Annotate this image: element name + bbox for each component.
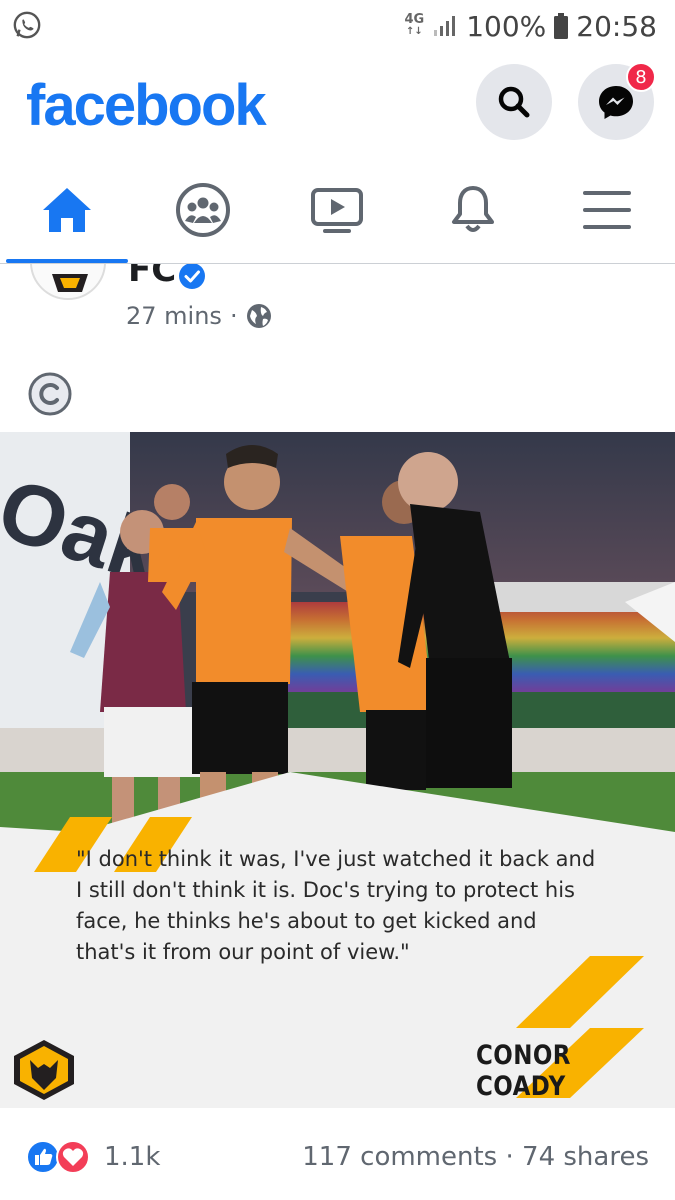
tab-notifications[interactable] — [438, 180, 508, 240]
wolves-crest-icon — [32, 264, 104, 298]
globe-icon — [246, 304, 271, 328]
network-indicator: 4G ↑↓ — [404, 12, 425, 37]
reaction-icons[interactable] — [26, 1140, 94, 1174]
post-image[interactable]: Oak "I don't think it was, I've just wat… — [0, 432, 675, 1108]
battery-icon — [554, 13, 569, 39]
match-photo: Oak — [0, 432, 675, 1108]
groups-icon — [176, 183, 230, 237]
battery-percent: 100% — [466, 9, 547, 43]
comments-shares-count[interactable]: 117 comments · 74 shares — [302, 1142, 649, 1172]
quote-text: "I don't think it was, I've just watched… — [76, 847, 596, 964]
active-tab-indicator — [6, 259, 128, 263]
tab-menu[interactable] — [572, 180, 642, 240]
main-nav — [0, 160, 675, 264]
reaction-count[interactable]: 1.1k — [104, 1142, 160, 1172]
tab-watch[interactable] — [302, 180, 372, 240]
search-icon — [498, 86, 530, 118]
tab-groups[interactable] — [168, 180, 238, 240]
app-header: facebook 8 — [0, 52, 675, 160]
post-time[interactable]: 27 mins — [126, 302, 222, 330]
hamburger-icon — [583, 191, 631, 229]
page-name[interactable]: FC — [128, 264, 176, 290]
home-icon — [43, 188, 91, 232]
status-bar: 4G ↑↓ 100% 20:58 — [0, 0, 675, 52]
player-name: CONOR COADY — [476, 1040, 571, 1102]
copyright-icon — [28, 372, 72, 416]
messenger-badge: 8 — [626, 62, 656, 92]
page-avatar[interactable] — [30, 264, 106, 300]
like-icon — [26, 1140, 60, 1174]
meta-separator: · — [229, 302, 238, 330]
whatsapp-notification-icon — [13, 11, 41, 39]
love-icon — [56, 1140, 90, 1174]
clock: 20:58 — [576, 9, 657, 43]
reactions-bar: 1.1k 117 comments · 74 shares — [0, 1108, 675, 1200]
facebook-logo: facebook — [26, 73, 267, 138]
video-icon — [311, 188, 363, 233]
messenger-button[interactable]: 8 — [578, 62, 656, 140]
post-meta: 27 mins · — [126, 302, 272, 330]
tab-home[interactable] — [32, 180, 102, 240]
search-button[interactable] — [476, 64, 552, 140]
verified-badge-icon — [179, 264, 205, 289]
signal-icon — [434, 16, 456, 36]
bell-icon — [452, 186, 494, 232]
post-header: FC 27 mins · — [0, 264, 675, 432]
